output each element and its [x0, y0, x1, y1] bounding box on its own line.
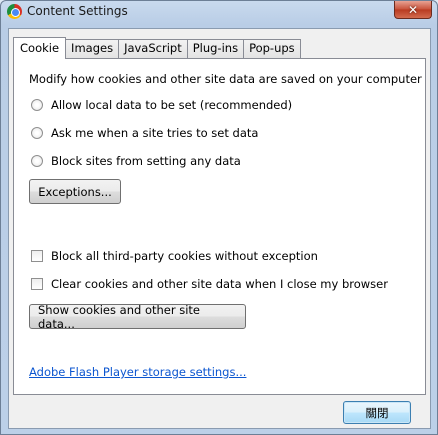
close-window-button[interactable]: ✕ [394, 1, 432, 19]
checkbox[interactable] [31, 250, 43, 262]
cookie-intro-text: Modify how cookies and other site data a… [29, 72, 422, 86]
checkbox-label: Block all third-party cookies without ex… [51, 249, 318, 263]
window-title: Content Settings [27, 4, 128, 18]
radio-label: Block sites from setting any data [51, 154, 241, 168]
radio-ask-me[interactable]: Ask me when a site tries to set data [31, 126, 258, 140]
checkbox-clear-on-close[interactable]: Clear cookies and other site data when I… [31, 277, 388, 291]
show-cookies-button[interactable]: Show cookies and other site data... [29, 303, 246, 331]
chrome-icon [7, 4, 22, 19]
radio-button[interactable] [31, 127, 43, 139]
radio-label: Allow local data to be set (recommended) [51, 98, 293, 112]
radio-block-sites[interactable]: Block sites from setting any data [31, 154, 241, 168]
tab-strip: Cookie Images JavaScript Plug-ins Pop-up… [13, 37, 301, 59]
radio-label: Ask me when a site tries to set data [51, 126, 259, 140]
checkbox-label: Clear cookies and other site data when I… [51, 277, 388, 291]
tab-javascript[interactable]: JavaScript [118, 39, 188, 58]
checkbox-block-third-party[interactable]: Block all third-party cookies without ex… [31, 249, 318, 263]
title-bar[interactable]: Content Settings ✕ [1, 1, 437, 25]
checkbox[interactable] [31, 278, 43, 290]
exceptions-button[interactable]: Exceptions... [29, 179, 121, 204]
tab-cookie[interactable]: Cookie [13, 37, 67, 59]
content-settings-window: Content Settings ✕ Cookie Images JavaScr… [0, 0, 438, 435]
tab-images[interactable]: Images [65, 39, 120, 58]
tab-plugins[interactable]: Plug-ins [186, 39, 245, 58]
flash-storage-settings-link[interactable]: Adobe Flash Player storage settings... [29, 365, 246, 379]
radio-button[interactable] [31, 155, 43, 167]
tab-popups[interactable]: Pop-ups [243, 39, 301, 58]
radio-button[interactable] [31, 99, 43, 111]
close-dialog-button[interactable]: 關閉 [343, 401, 411, 424]
dialog-body: Cookie Images JavaScript Plug-ins Pop-up… [8, 28, 431, 429]
radio-allow-local-data[interactable]: Allow local data to be set (recommended) [31, 98, 292, 112]
cookie-panel: Modify how cookies and other site data a… [13, 58, 426, 395]
close-icon: ✕ [407, 2, 419, 17]
